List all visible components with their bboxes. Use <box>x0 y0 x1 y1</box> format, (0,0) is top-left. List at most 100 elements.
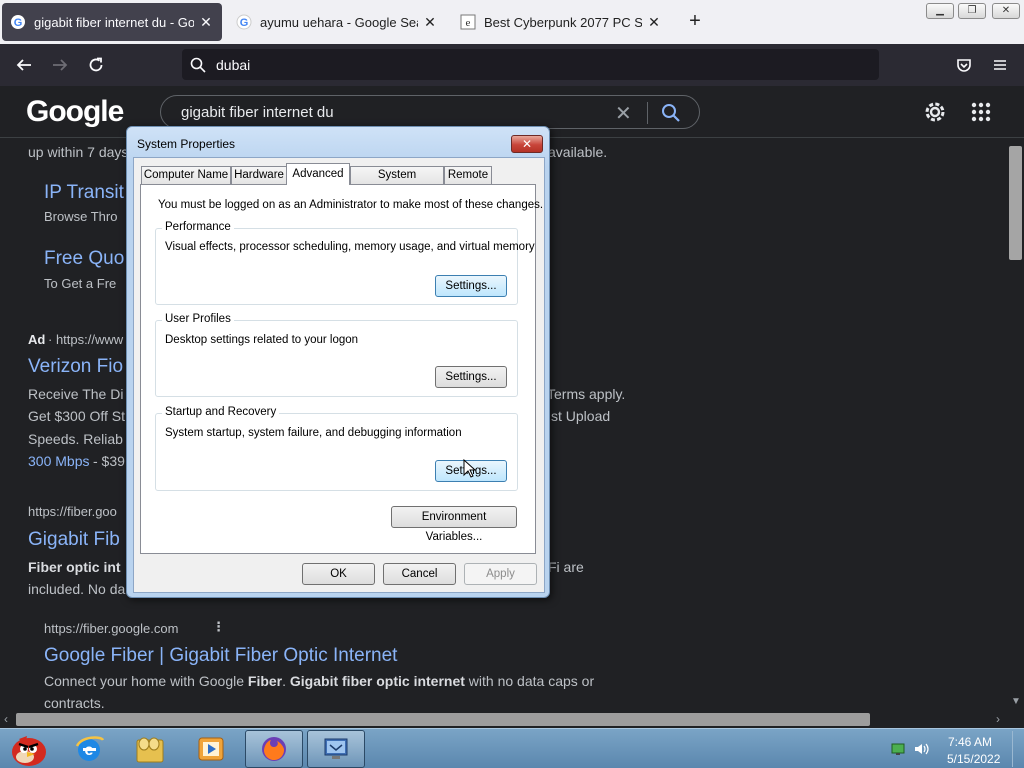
libraries-folder-icon <box>136 737 164 763</box>
internet-explorer-icon: e <box>75 736 104 761</box>
sitelink-ip-transit[interactable]: IP Transit <box>44 182 124 204</box>
result-snippet: Terms apply. <box>547 386 626 402</box>
taskbar-libraries[interactable] <box>121 730 179 768</box>
back-arrow-icon <box>16 59 31 71</box>
network-tray-icon[interactable] <box>890 741 906 762</box>
user-profiles-label: User Profiles <box>162 313 234 325</box>
google-search-query[interactable]: gigabit fiber internet du <box>181 104 334 121</box>
media-player-icon <box>198 737 224 761</box>
result-snippet-bold: Fiber optic int <box>28 559 121 575</box>
result-title-google-fiber[interactable]: Google Fiber | Gigabit Fiber Optic Inter… <box>44 645 397 667</box>
tab-close-icon[interactable]: ✕ <box>422 14 438 31</box>
result-title-verizon[interactable]: Verizon Fio <box>28 356 123 378</box>
google-logo[interactable]: Google <box>26 95 124 129</box>
startup-recovery-desc: System startup, system failure, and debu… <box>165 427 462 439</box>
tab-close-icon[interactable]: ✕ <box>198 14 214 31</box>
cancel-button[interactable]: Cancel <box>383 563 456 585</box>
search-divider <box>647 102 648 124</box>
reload-button[interactable] <box>84 53 108 77</box>
google-apps-icon[interactable] <box>971 102 991 127</box>
performance-settings-button[interactable]: Settings... <box>435 275 507 297</box>
angry-bird-start-icon <box>12 736 46 766</box>
mouse-cursor-icon <box>463 458 477 484</box>
startup-recovery-label: Startup and Recovery <box>162 406 280 418</box>
environment-variables-button[interactable]: Environment Variables... <box>391 506 517 543</box>
clock-date[interactable]: 5/15/2022 <box>947 752 1000 766</box>
pocket-button[interactable] <box>952 53 976 77</box>
tab-advanced[interactable]: Advanced <box>286 163 350 185</box>
google-favicon-icon: G <box>10 14 26 30</box>
dialog-close-button[interactable]: ✕ <box>511 135 543 153</box>
pocket-icon <box>957 59 971 72</box>
settings-gear-icon[interactable] <box>922 99 948 130</box>
taskbar-internet-explorer[interactable]: e <box>60 730 118 768</box>
result-url[interactable]: https://fiber.google.com <box>44 621 178 636</box>
taskbar-system-properties[interactable] <box>307 730 365 768</box>
user-profiles-settings-button[interactable]: Settings... <box>435 366 507 388</box>
page-favicon-icon: e <box>460 14 476 30</box>
volume-tray-icon[interactable] <box>913 741 931 762</box>
tab-title: ayumu uehara - Google Search <box>260 14 418 30</box>
result-more-options-icon[interactable]: ⋮ <box>212 619 225 635</box>
clear-search-icon[interactable]: ✕ <box>615 101 632 126</box>
result-snippet: available. <box>548 144 608 160</box>
scroll-down-icon[interactable]: ▼ <box>1011 696 1021 707</box>
firefox-icon <box>262 737 286 761</box>
start-button[interactable] <box>0 730 58 768</box>
user-profiles-desc: Desktop settings related to your logon <box>165 334 359 346</box>
google-search-box[interactable]: gigabit fiber internet du ✕ <box>160 95 700 129</box>
address-text: dubai <box>216 56 251 73</box>
taskbar-firefox[interactable] <box>245 730 303 768</box>
scroll-right-icon[interactable]: › <box>996 712 1000 726</box>
restore-window-button[interactable]: ❐ <box>958 3 986 19</box>
link-300-mbps[interactable]: 300 Mbps <box>28 453 89 469</box>
search-icon[interactable] <box>661 103 681 128</box>
app-menu-button[interactable] <box>988 53 1012 77</box>
result-url[interactable]: https://fiber.goo <box>28 504 117 519</box>
tab-remote[interactable]: Remote <box>444 166 492 184</box>
tab-title: gigabit fiber internet du - Google <box>34 14 194 30</box>
performance-group: Performance Visual effects, processor sc… <box>155 221 535 305</box>
sitelink-free-quote[interactable]: Free Quo <box>44 248 124 270</box>
reload-icon <box>89 57 103 72</box>
clock-time[interactable]: 7:46 AM <box>948 735 992 749</box>
taskbar-media-player[interactable] <box>182 730 240 768</box>
performance-desc: Visual effects, processor scheduling, me… <box>165 241 535 253</box>
result-snippet: st Upload <box>551 408 611 424</box>
result-title-gigabit-fiber[interactable]: Gigabit Fib <box>28 529 120 551</box>
tab-hardware[interactable]: Hardware <box>231 166 287 184</box>
scroll-left-icon[interactable]: ‹ <box>4 712 8 726</box>
tab-title: Best Cyberpunk 2077 PC Settings <box>484 14 642 30</box>
close-window-button[interactable]: ✕ <box>992 3 1020 19</box>
tab-gigabit-fiber[interactable]: G gigabit fiber internet du - Google ✕ <box>2 3 222 41</box>
tab-ayumu-uehara[interactable]: G ayumu uehara - Google Search ✕ <box>228 3 446 41</box>
svg-text:G: G <box>14 17 23 29</box>
sitelink-desc: To Get a Fre <box>44 276 117 291</box>
horizontal-scroll-thumb[interactable] <box>16 713 870 726</box>
tab-computer-name[interactable]: Computer Name <box>141 166 231 184</box>
result-snippet: Fi are <box>548 559 584 575</box>
system-properties-dialog: System Properties ✕ Computer Name Hardwa… <box>126 126 550 598</box>
result-snippet: included. No da <box>28 581 126 597</box>
search-icon <box>190 57 206 73</box>
result-snippet: Speeds. Reliab <box>28 431 123 447</box>
result-snippet: Connect your home with Google Fiber. Gig… <box>44 673 595 689</box>
apply-button[interactable]: Apply <box>464 563 537 585</box>
ad-url[interactable]: · https://www <box>48 332 123 347</box>
tab-system-protection[interactable]: System Protection <box>350 166 444 198</box>
hamburger-menu-icon <box>994 60 1006 70</box>
ok-button[interactable]: OK <box>302 563 375 585</box>
back-button[interactable] <box>12 53 36 77</box>
forward-button[interactable] <box>48 53 72 77</box>
result-snippet: Receive The Di <box>28 386 124 402</box>
tab-close-icon[interactable]: ✕ <box>646 14 662 31</box>
tab-cyberpunk-settings[interactable]: e Best Cyberpunk 2077 PC Settings ✕ <box>452 3 670 41</box>
minimize-window-button[interactable]: ▁ <box>926 3 954 19</box>
advanced-tab-panel: You must be logged on as an Administrato… <box>140 184 543 554</box>
result-snippet: up within 7 days <box>28 144 129 160</box>
new-tab-button[interactable]: + <box>684 10 706 34</box>
forward-arrow-icon <box>53 59 68 71</box>
show-desktop-button[interactable] <box>1012 731 1022 767</box>
address-bar[interactable]: dubai <box>182 49 879 80</box>
vertical-scroll-thumb[interactable] <box>1009 146 1022 260</box>
